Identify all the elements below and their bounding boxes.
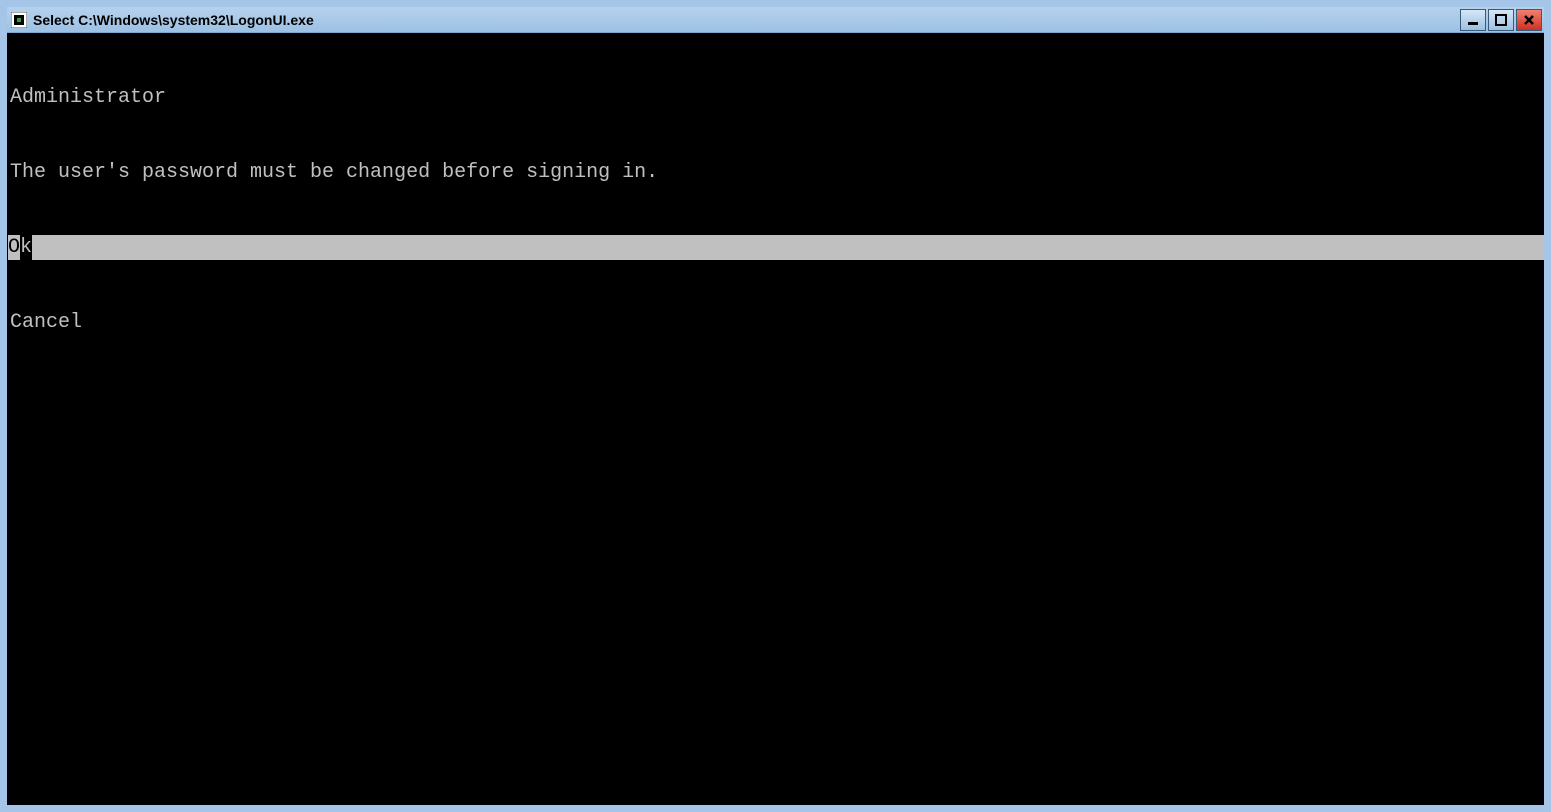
app-icon xyxy=(11,12,27,28)
console-user-line: Administrator xyxy=(8,85,1544,110)
maximize-button[interactable] xyxy=(1488,9,1514,31)
minimize-button[interactable] xyxy=(1460,9,1486,31)
ok-option[interactable]: Ok xyxy=(8,235,1544,260)
cancel-option[interactable]: Cancel xyxy=(8,310,1544,335)
titlebar[interactable]: Select C:\Windows\system32\LogonUI.exe xyxy=(7,7,1544,33)
console-area[interactable]: Administrator The user's password must b… xyxy=(7,33,1544,805)
window-title: Select C:\Windows\system32\LogonUI.exe xyxy=(33,12,1460,28)
close-button[interactable] xyxy=(1516,9,1542,31)
window-frame: Select C:\Windows\system32\LogonUI.exe A xyxy=(3,3,1548,809)
console-message-line: The user's password must be changed befo… xyxy=(8,160,1544,185)
window-controls xyxy=(1460,9,1542,31)
